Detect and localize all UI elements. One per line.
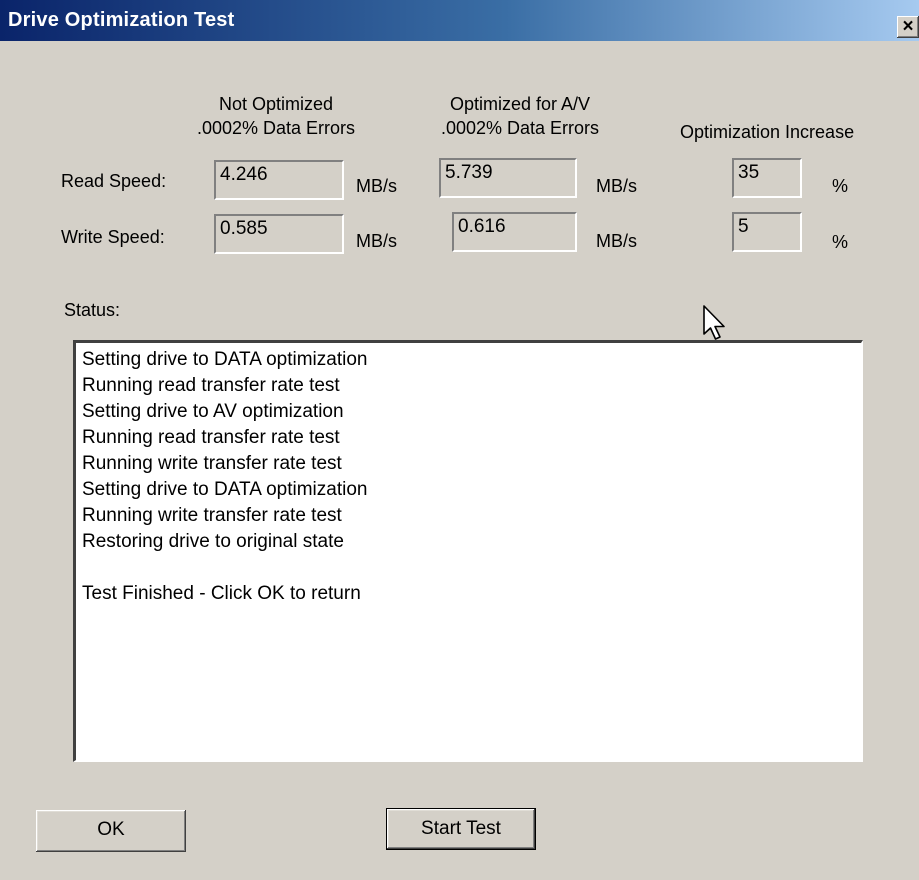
status-line: Running write transfer rate test bbox=[82, 453, 342, 474]
header-not-optimized-title: Not Optimized bbox=[218, 94, 334, 114]
header-optimized-sub: .0002% Data Errors bbox=[440, 118, 600, 138]
status-line: Running read transfer rate test bbox=[82, 375, 340, 396]
write-not-optimized-unit: MB/s bbox=[356, 231, 398, 251]
write-percent-unit: % bbox=[832, 232, 849, 252]
write-speed-label: Write Speed: bbox=[61, 227, 165, 247]
close-button[interactable]: × bbox=[897, 16, 919, 38]
read-optimized-unit: MB/s bbox=[596, 176, 638, 196]
read-not-optimized-field: 4.246 bbox=[214, 160, 344, 200]
header-not-optimized: Not Optimized .0002% Data Errors bbox=[166, 92, 386, 140]
read-increase-field: 35 bbox=[732, 158, 802, 198]
status-log[interactable]: Setting drive to DATA optimization Runni… bbox=[73, 340, 863, 762]
status-line: Running read transfer rate test bbox=[82, 427, 340, 448]
status-line: Setting drive to DATA optimization bbox=[82, 479, 368, 500]
read-optimized-field: 5.739 bbox=[439, 158, 577, 198]
write-optimized-unit: MB/s bbox=[596, 231, 638, 251]
write-increase-field: 5 bbox=[732, 212, 802, 252]
mouse-pointer-icon bbox=[703, 305, 725, 340]
ok-button[interactable]: OK bbox=[36, 810, 186, 852]
status-line bbox=[82, 555, 861, 581]
status-line: Test Finished - Click OK to return bbox=[82, 583, 361, 604]
window-title: Drive Optimization Test bbox=[8, 9, 235, 31]
status-line: Setting drive to AV optimization bbox=[82, 401, 344, 422]
read-percent-unit: % bbox=[832, 176, 849, 196]
header-not-optimized-sub: .0002% Data Errors bbox=[196, 118, 356, 138]
status-line: Restoring drive to original state bbox=[82, 531, 344, 552]
header-optimized: Optimized for A/V .0002% Data Errors bbox=[410, 92, 630, 140]
title-bar[interactable]: Drive Optimization Test × bbox=[0, 0, 919, 41]
header-optimized-title: Optimized for A/V bbox=[449, 94, 591, 114]
status-line: Running write transfer rate test bbox=[82, 505, 342, 526]
write-not-optimized-field: 0.585 bbox=[214, 214, 344, 254]
start-test-button[interactable]: Start Test bbox=[386, 808, 536, 850]
read-not-optimized-unit: MB/s bbox=[356, 176, 398, 196]
dialog-window: Drive Optimization Test × Not Optimized … bbox=[0, 0, 919, 880]
status-label: Status: bbox=[64, 300, 121, 320]
header-optimization-increase: Optimization Increase bbox=[680, 122, 855, 142]
read-speed-label: Read Speed: bbox=[61, 171, 167, 191]
write-optimized-field: 0.616 bbox=[452, 212, 577, 252]
status-line: Setting drive to DATA optimization bbox=[82, 349, 368, 370]
close-icon: × bbox=[902, 16, 914, 37]
